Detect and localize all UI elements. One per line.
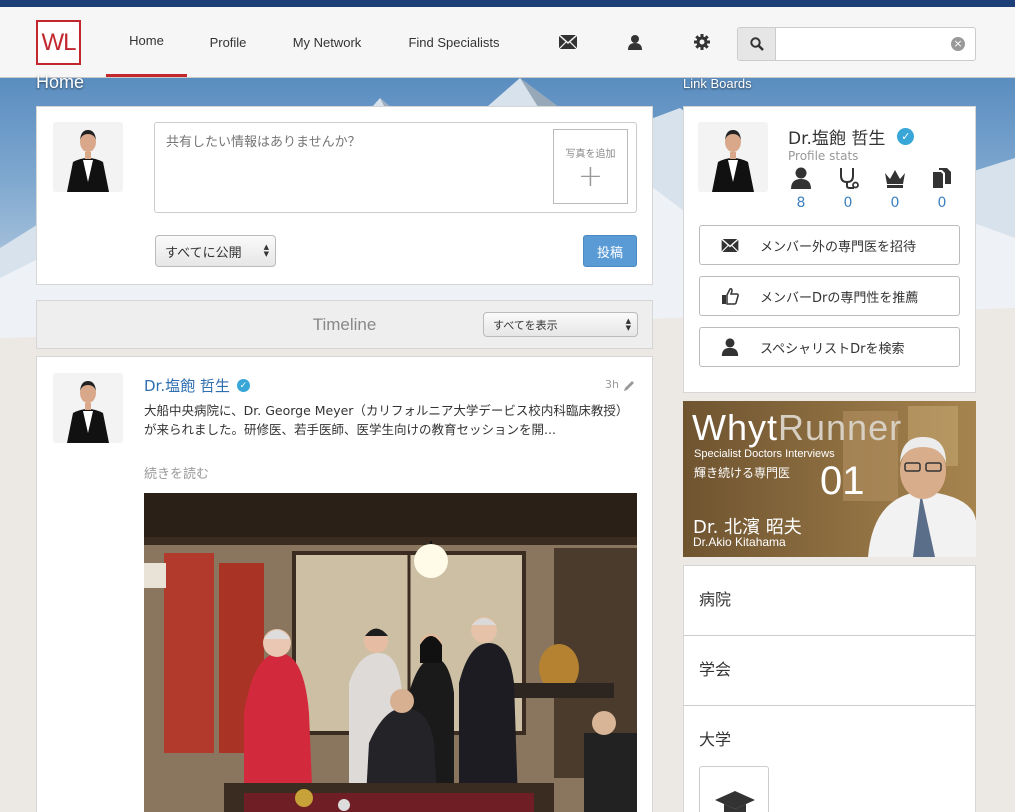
banner-doctor-en: Dr.Akio Kitahama [693,535,786,549]
category-hospital[interactable]: 病院 [684,566,975,636]
timeline-filter-select[interactable]: すべてを表示 ▲ ▼ [483,312,638,337]
banner-brand: WhytRunner [692,407,902,449]
search-specialist-label: スペシャリストDrを検索 [760,341,905,357]
add-photo-button[interactable]: 写真を追加 + [553,129,628,204]
invite-specialist-label: メンバー外の専門医を招待 [760,239,917,255]
visibility-select[interactable]: すべてに公開 ▲ ▼ [155,235,276,267]
recommend-specialty-button[interactable]: メンバーDrの専門性を推薦 [699,276,960,316]
envelope-icon[interactable] [558,32,578,52]
search-button[interactable] [738,28,776,60]
post-author[interactable]: Dr.塩飽 哲生 ✓ [144,375,250,396]
verified-icon: ✓ [236,379,250,392]
timeline-bar: Timeline すべてを表示 ▲ ▼ [36,300,653,349]
invite-specialist-button[interactable]: メンバー外の専門医を招待 [699,225,960,265]
person-icon[interactable] [625,32,645,52]
post-time: 3h [605,378,619,391]
stat-specialty[interactable]: 0 [833,167,863,211]
read-more-link[interactable]: 続きを読む [144,463,209,482]
post-avatar[interactable] [53,373,123,443]
stat-value: 0 [937,195,947,211]
timeline-title-text: Timeline [312,314,377,334]
profile-avatar[interactable] [698,122,768,192]
envelope-icon [700,238,760,252]
stat-value: 8 [796,195,806,211]
navbar: WL Home Profile My Network Find Speciali… [0,7,1015,78]
nav-find-specialists[interactable]: Find Specialists [398,7,510,77]
search-input[interactable] [778,28,948,60]
stat-value: 0 [890,195,900,211]
stat-documents[interactable]: 0 [927,167,957,211]
category-society[interactable]: 学会 [684,635,975,706]
gear-icon[interactable] [692,32,712,52]
compose-box: 写真を追加 + [154,122,637,213]
profile-name-text: Dr.塩飽 哲生 [788,129,886,149]
plus-icon: + [577,159,604,194]
post-text: 大船中央病院に、Dr. George Meyer（カリフォルニア大学デービス校内… [144,403,629,437]
stethoscope-icon [840,168,859,189]
post-author-name: Dr.塩飽 哲生 [144,377,230,395]
clear-icon[interactable]: × [951,37,965,51]
composer-card: 写真を追加 + すべてに公開 ▲▼ 投稿 [36,106,653,285]
graduation-cap-icon [715,791,755,812]
search-box: × [737,27,976,61]
banner-brand-b: Runner [778,407,903,448]
logo[interactable]: WL [36,20,81,65]
person-icon [700,338,760,356]
top-strip [0,0,1015,7]
category-card: 病院 学会 大学 [683,565,976,812]
thumbs-up-icon [700,287,760,305]
select-arrows-icon: ▲ ▼ [625,317,631,332]
recommend-specialty-label: メンバーDrの専門性を推薦 [760,290,919,306]
banner-brand-a: Whyt [692,407,779,448]
stat-recommendations[interactable]: 0 [880,167,910,211]
nav-home[interactable]: Home [106,7,187,77]
post-button[interactable]: 投稿 [583,235,637,267]
timeline-filter-value: すべてを表示 [493,318,558,332]
profile-stats-label: Profile stats [788,149,859,163]
stat-value: 0 [843,195,853,211]
post-card: Dr.塩飽 哲生 ✓ 3h 大船中央病院に、Dr. George Meyer（カ… [36,356,653,812]
category-university-label: 大学 [699,730,732,749]
profile-name[interactable]: Dr.塩飽 哲生 ✓ [788,124,915,149]
nav-my-network[interactable]: My Network [282,7,372,77]
documents-icon [933,168,951,188]
verified-icon: ✓ [897,128,915,145]
whytrunner-banner[interactable]: WhytRunner Specialist Doctors Interviews… [683,401,976,557]
search-specialist-button[interactable]: スペシャリストDrを検索 [699,327,960,367]
add-photo-label: 写真を追加 [565,149,616,160]
select-arrows-icon: ▲ ▼ [263,243,269,258]
edit-pencil-icon[interactable] [623,377,635,396]
profile-card: Dr.塩飽 哲生 ✓ Profile stats 8 0 0 0 メンバー外の専… [683,106,976,393]
visibility-value: すべてに公開 [165,245,242,261]
nav-profile[interactable]: Profile [200,7,256,77]
crown-icon [885,170,905,188]
banner-number: 01 [820,459,865,503]
avatar[interactable] [53,122,123,192]
person-icon [791,167,811,189]
post-photo[interactable] [144,493,637,812]
university-thumb[interactable] [699,766,769,812]
stat-connections[interactable]: 8 [786,167,816,211]
category-university[interactable]: 大学 [684,705,975,812]
banner-subtitle: Specialist Doctors Interviews [694,448,835,460]
page-title: Home [36,72,85,92]
link-boards-title: Link Boards [683,76,752,91]
banner-tagline: 輝き続ける専門医 [694,466,791,480]
search-icon [749,37,764,51]
compose-input[interactable] [155,123,545,212]
